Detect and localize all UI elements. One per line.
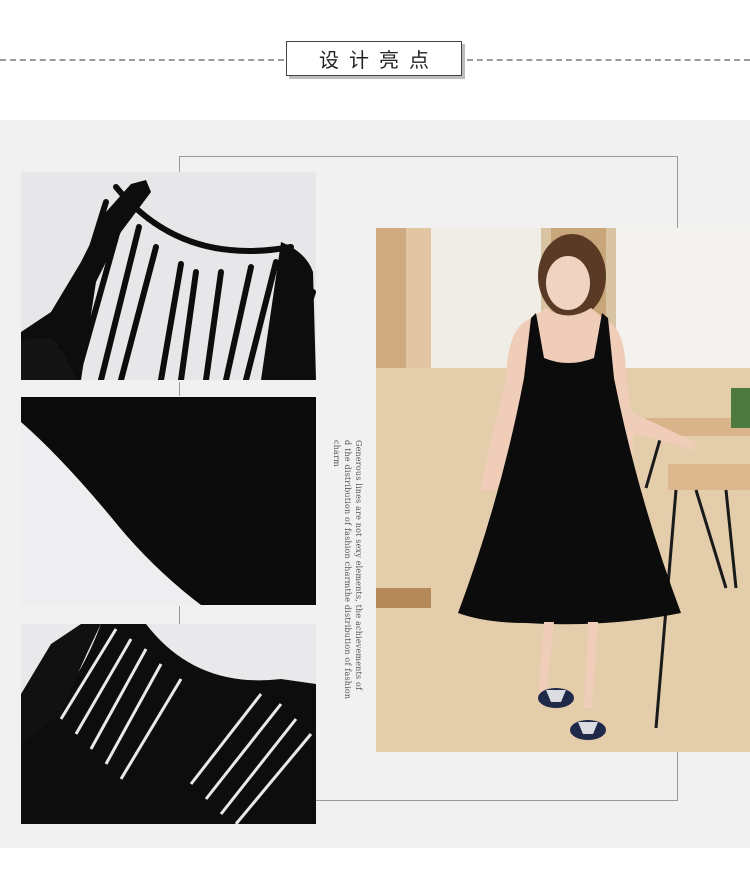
- detail-photo-hem: [21, 397, 316, 605]
- detail-photo-back-straps: [21, 624, 316, 824]
- hem-fabric-illustration: [21, 397, 316, 605]
- dashed-divider-left: [0, 59, 284, 61]
- frame-line-top: [179, 156, 678, 157]
- model-in-dress-illustration: [376, 228, 750, 752]
- detail-photo-neckline: [21, 172, 316, 380]
- section-title: 设计亮点: [286, 41, 462, 76]
- frame-line-left: [179, 382, 180, 396]
- frame-line-right: [677, 752, 678, 800]
- design-caption: Generous lines are not sexy elements, th…: [332, 440, 364, 700]
- frame-line-left: [179, 156, 180, 172]
- back-straps-illustration: [21, 624, 316, 824]
- dashed-divider-right: [467, 59, 750, 61]
- model-photo: [376, 228, 750, 752]
- frame-line-left: [179, 606, 180, 624]
- caption-line: Generous lines are not sexy elements, th…: [354, 440, 363, 691]
- frame-line-right: [677, 156, 678, 228]
- neckline-straps-illustration: [21, 172, 316, 380]
- section-header: 设计亮点: [0, 0, 750, 120]
